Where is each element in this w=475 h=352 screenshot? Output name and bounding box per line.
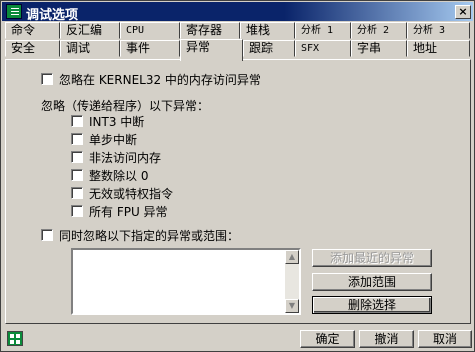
tab-addresses[interactable]: 地址	[407, 40, 470, 57]
tab-analysis-3[interactable]: 分析 3	[407, 22, 470, 39]
tab-debugging[interactable]: 调试	[60, 40, 120, 57]
tab-security[interactable]: 安全	[5, 40, 60, 57]
tab-trace[interactable]: 跟踪	[243, 40, 295, 57]
ignore-kernel32-checkbox[interactable]	[41, 73, 53, 85]
delete-selection-button[interactable]: 删除选择	[312, 296, 432, 314]
tab-registers[interactable]: 寄存器	[180, 22, 240, 39]
fpu-exceptions-label: 所有 FPU 异常	[89, 205, 168, 219]
cancel-button[interactable]: 取消	[418, 330, 472, 348]
ignore-range-label: 同时忽略以下指定的异常或范围：	[59, 229, 240, 243]
fpu-exceptions-checkbox[interactable]	[71, 205, 83, 217]
tab-cpu[interactable]: CPU	[120, 22, 180, 39]
tab-sfx[interactable]: SFX	[295, 40, 351, 57]
add-last-exception-button[interactable]: 添加最近的异常	[312, 249, 432, 267]
ignore-group-label: 忽略（传递给程序）以下异常：	[41, 99, 210, 113]
int3-label: INT3 中断	[89, 115, 145, 129]
list-scrollbar[interactable]: ▲ ▼	[285, 250, 299, 313]
memory-access-label: 非法访问内存	[89, 151, 162, 165]
ok-button[interactable]: 确定	[300, 330, 355, 348]
ignore-range-checkbox[interactable]	[41, 229, 53, 241]
tab-analysis-2[interactable]: 分析 2	[351, 22, 407, 39]
add-range-button[interactable]: 添加范围	[312, 273, 432, 291]
debug-options-window: 调试选项 × 命令 反汇编 CPU 寄存器 堆栈 分析 1 分析 2 分析 3 …	[0, 0, 475, 352]
window-title: 调试选项	[26, 8, 79, 23]
tab-events[interactable]: 事件	[120, 40, 180, 57]
divide-by-zero-checkbox[interactable]	[71, 169, 83, 181]
status-icon	[7, 331, 23, 346]
exception-range-list[interactable]: ▲ ▼	[71, 248, 301, 315]
single-step-checkbox[interactable]	[71, 133, 83, 145]
tab-analysis-1[interactable]: 分析 1	[295, 22, 351, 39]
close-icon[interactable]: ×	[455, 5, 471, 19]
scroll-down-icon[interactable]: ▼	[285, 299, 299, 313]
ignore-kernel32-label: 忽略在 KERNEL32 中的内存访问异常	[59, 73, 261, 87]
tab-exceptions[interactable]: 异常	[180, 39, 243, 61]
undo-button[interactable]: 撤消	[359, 330, 414, 348]
tab-strings[interactable]: 字串	[351, 40, 407, 57]
tab-disassembler[interactable]: 反汇编	[60, 22, 120, 39]
title-bar[interactable]: 调试选项 ×	[2, 2, 473, 23]
memory-access-checkbox[interactable]	[71, 151, 83, 163]
invalid-instruction-checkbox[interactable]	[71, 187, 83, 199]
scroll-up-icon[interactable]: ▲	[285, 250, 299, 264]
single-step-label: 单步中断	[89, 133, 138, 147]
tab-command[interactable]: 命令	[5, 22, 60, 39]
divide-by-zero-label: 整数除以 0	[89, 169, 149, 183]
invalid-instruction-label: 无效或特权指令	[89, 187, 174, 201]
tab-stack[interactable]: 堆栈	[240, 22, 295, 39]
int3-checkbox[interactable]	[71, 115, 83, 127]
app-icon	[6, 4, 22, 19]
